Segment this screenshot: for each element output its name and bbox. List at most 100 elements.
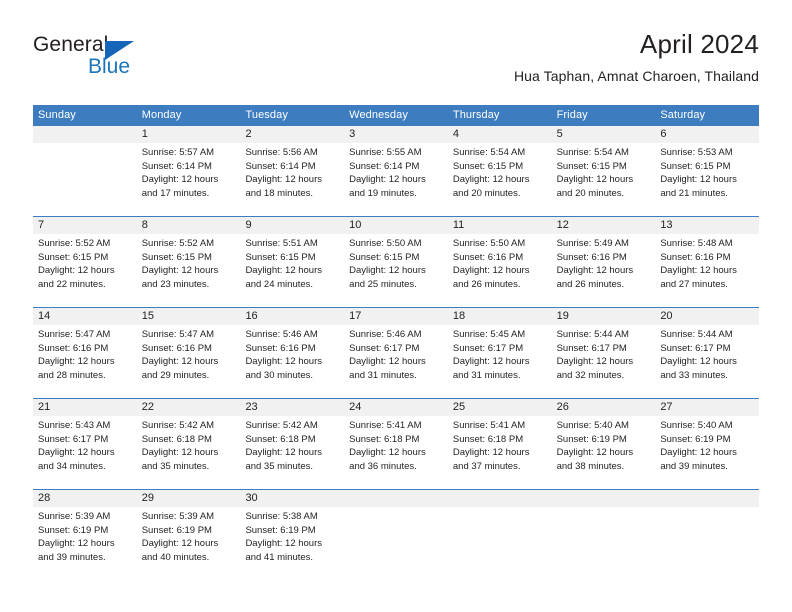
day-daylight-2-text: and 26 minutes. bbox=[556, 278, 625, 290]
day-daylight-1-text: Daylight: 12 hours bbox=[452, 356, 530, 368]
day-sunset-text: Sunset: 6:16 PM bbox=[38, 342, 109, 354]
day-number-row: 21 22 23 24 25 26 27 bbox=[33, 399, 759, 416]
day-cell[interactable]: Sunrise: 5:46 AM Sunset: 6:16 PM Daylight:… bbox=[240, 325, 344, 398]
day-number[interactable]: 2 bbox=[240, 126, 344, 143]
day-sunrise-text: Sunrise: 5:44 AM bbox=[556, 329, 629, 340]
day-cell[interactable]: Sunrise: 5:43 AM Sunset: 6:17 PM Daylight:… bbox=[33, 416, 137, 489]
day-number[interactable]: 14 bbox=[33, 308, 137, 325]
day-number[interactable]: 15 bbox=[137, 308, 241, 325]
day-number[interactable]: 11 bbox=[448, 217, 552, 234]
day-cell[interactable]: Sunrise: 5:54 AM Sunset: 6:15 PM Daylight:… bbox=[552, 143, 656, 216]
day-sunset-text: Sunset: 6:14 PM bbox=[141, 160, 212, 172]
day-number[interactable]: 21 bbox=[33, 399, 137, 416]
day-cell[interactable]: Sunrise: 5:44 AM Sunset: 6:17 PM Daylight:… bbox=[552, 325, 656, 398]
day-number[interactable]: 9 bbox=[240, 217, 344, 234]
day-number[interactable]: 12 bbox=[552, 217, 656, 234]
day-sunset-text: Sunset: 6:16 PM bbox=[660, 251, 731, 263]
day-number[interactable]: 4 bbox=[448, 126, 552, 143]
day-number[interactable]: 18 bbox=[448, 308, 552, 325]
day-sunrise-text: Sunrise: 5:39 AM bbox=[141, 511, 215, 522]
day-cell[interactable]: Sunrise: 5:53 AM Sunset: 6:15 PM Daylight:… bbox=[655, 143, 759, 216]
day-number[interactable]: 23 bbox=[240, 399, 344, 416]
day-daylight-2-text: and 28 minutes. bbox=[38, 369, 106, 381]
day-sunrise-text: Sunrise: 5:52 AM bbox=[38, 238, 111, 249]
day-number[interactable]: 3 bbox=[344, 126, 448, 143]
day-daylight-2-text: and 37 minutes. bbox=[452, 460, 521, 472]
day-number-row: 28 29 30 bbox=[33, 490, 759, 507]
day-cell[interactable]: Sunrise: 5:38 AM Sunset: 6:19 PM Daylight:… bbox=[240, 507, 344, 579]
day-daylight-2-text: and 30 minutes. bbox=[245, 369, 314, 381]
day-cell[interactable]: Sunrise: 5:57 AM Sunset: 6:14 PM Daylight:… bbox=[137, 143, 241, 216]
day-number[interactable]: 7 bbox=[33, 217, 137, 234]
day-cell[interactable]: Sunrise: 5:48 AM Sunset: 6:16 PM Daylight:… bbox=[655, 234, 759, 307]
day-sunset-text: Sunset: 6:15 PM bbox=[245, 251, 316, 263]
day-sunset-text: Sunset: 6:18 PM bbox=[141, 433, 212, 445]
day-cell[interactable]: Sunrise: 5:50 AM Sunset: 6:16 PM Daylight:… bbox=[448, 234, 552, 307]
day-cell[interactable]: Sunrise: 5:47 AM Sunset: 6:16 PM Daylight:… bbox=[137, 325, 241, 398]
day-number[interactable]: 27 bbox=[655, 399, 759, 416]
day-cell[interactable]: Sunrise: 5:55 AM Sunset: 6:14 PM Daylight:… bbox=[344, 143, 448, 216]
day-cell[interactable]: Sunrise: 5:52 AM Sunset: 6:15 PM Daylight:… bbox=[33, 234, 137, 307]
day-number[interactable]: 30 bbox=[240, 490, 344, 507]
general-blue-logo[interactable]: General Blue bbox=[33, 32, 213, 86]
day-daylight-2-text: and 18 minutes. bbox=[245, 187, 314, 199]
day-number[interactable]: 8 bbox=[137, 217, 241, 234]
day-sunrise-text: Sunrise: 5:54 AM bbox=[452, 147, 526, 158]
day-daylight-2-text: and 38 minutes. bbox=[556, 460, 625, 472]
day-cell[interactable]: Sunrise: 5:40 AM Sunset: 6:19 PM Daylight:… bbox=[655, 416, 759, 489]
day-sunrise-text: Sunrise: 5:42 AM bbox=[141, 420, 215, 431]
day-daylight-1-text: Daylight: 12 hours bbox=[452, 447, 530, 459]
day-cell[interactable]: Sunrise: 5:42 AM Sunset: 6:18 PM Daylight:… bbox=[137, 416, 241, 489]
day-cell[interactable]: Sunrise: 5:41 AM Sunset: 6:18 PM Daylight:… bbox=[344, 416, 448, 489]
day-number[interactable]: 6 bbox=[655, 126, 759, 143]
day-daylight-1-text: Daylight: 12 hours bbox=[556, 265, 634, 277]
day-daylight-1-text: Daylight: 12 hours bbox=[452, 174, 530, 186]
day-sunset-text: Sunset: 6:14 PM bbox=[245, 160, 316, 172]
day-cell[interactable]: Sunrise: 5:56 AM Sunset: 6:14 PM Daylight:… bbox=[240, 143, 344, 216]
day-daylight-2-text: and 22 minutes. bbox=[38, 278, 106, 290]
day-cell[interactable]: Sunrise: 5:41 AM Sunset: 6:18 PM Daylight:… bbox=[448, 416, 552, 489]
day-number[interactable]: 16 bbox=[240, 308, 344, 325]
day-number[interactable]: 17 bbox=[344, 308, 448, 325]
day-cell[interactable]: Sunrise: 5:39 AM Sunset: 6:19 PM Daylight:… bbox=[33, 507, 137, 579]
day-number[interactable]: 22 bbox=[137, 399, 241, 416]
day-number[interactable]: 5 bbox=[552, 126, 656, 143]
day-cell[interactable]: Sunrise: 5:50 AM Sunset: 6:15 PM Daylight:… bbox=[344, 234, 448, 307]
day-cell[interactable]: Sunrise: 5:51 AM Sunset: 6:15 PM Daylight:… bbox=[240, 234, 344, 307]
day-number[interactable]: 25 bbox=[448, 399, 552, 416]
day-cell[interactable]: Sunrise: 5:45 AM Sunset: 6:17 PM Daylight:… bbox=[448, 325, 552, 398]
day-daylight-2-text: and 20 minutes. bbox=[452, 187, 521, 199]
day-daylight-1-text: Daylight: 12 hours bbox=[556, 356, 634, 368]
day-sunrise-text: Sunrise: 5:51 AM bbox=[245, 238, 318, 249]
day-cell[interactable]: Sunrise: 5:54 AM Sunset: 6:15 PM Daylight:… bbox=[448, 143, 552, 216]
day-number[interactable]: 28 bbox=[33, 490, 137, 507]
calendar-week-row: 21 22 23 24 25 26 27 Sunrise: 5:43 AM Sunset: 6:… bbox=[33, 398, 759, 489]
day-daylight-1-text: Daylight: 12 hours bbox=[660, 174, 737, 186]
weekday-header-saturday: Saturday bbox=[660, 109, 706, 121]
weekday-header-sunday: Sunday bbox=[38, 109, 76, 121]
day-cell[interactable]: Sunrise: 5:40 AM Sunset: 6:19 PM Daylight:… bbox=[552, 416, 656, 489]
day-cell[interactable]: Sunrise: 5:44 AM Sunset: 6:17 PM Daylight:… bbox=[655, 325, 759, 398]
day-number[interactable]: 13 bbox=[655, 217, 759, 234]
day-daylight-1-text: Daylight: 12 hours bbox=[452, 265, 530, 277]
day-cell[interactable]: Sunrise: 5:39 AM Sunset: 6:19 PM Daylight:… bbox=[137, 507, 241, 579]
day-daylight-1-text: Daylight: 12 hours bbox=[38, 356, 115, 368]
day-number[interactable]: 20 bbox=[655, 308, 759, 325]
day-cell[interactable]: Sunrise: 5:52 AM Sunset: 6:15 PM Daylight:… bbox=[137, 234, 241, 307]
day-sunset-text: Sunset: 6:18 PM bbox=[452, 433, 524, 445]
page-subtitle: Hua Taphan, Amnat Charoen, Thailand bbox=[513, 68, 759, 84]
weekday-header-monday: Monday bbox=[141, 109, 182, 121]
calendar-page: General Blue April 2024 Hua Taphan, Amna… bbox=[0, 0, 792, 612]
day-cell[interactable]: Sunrise: 5:46 AM Sunset: 6:17 PM Daylight:… bbox=[344, 325, 448, 398]
day-number[interactable]: 19 bbox=[552, 308, 656, 325]
day-number[interactable]: 29 bbox=[137, 490, 241, 507]
day-number[interactable]: 1 bbox=[137, 126, 241, 143]
day-cell[interactable]: Sunrise: 5:42 AM Sunset: 6:18 PM Daylight:… bbox=[240, 416, 344, 489]
day-sunset-text: Sunset: 6:17 PM bbox=[556, 342, 627, 354]
day-number[interactable]: 24 bbox=[344, 399, 448, 416]
day-daylight-2-text: and 35 minutes. bbox=[245, 460, 314, 472]
day-number[interactable]: 26 bbox=[552, 399, 656, 416]
day-number[interactable]: 10 bbox=[344, 217, 448, 234]
day-cell[interactable]: Sunrise: 5:49 AM Sunset: 6:16 PM Daylight:… bbox=[552, 234, 656, 307]
day-cell[interactable]: Sunrise: 5:47 AM Sunset: 6:16 PM Daylight:… bbox=[33, 325, 137, 398]
